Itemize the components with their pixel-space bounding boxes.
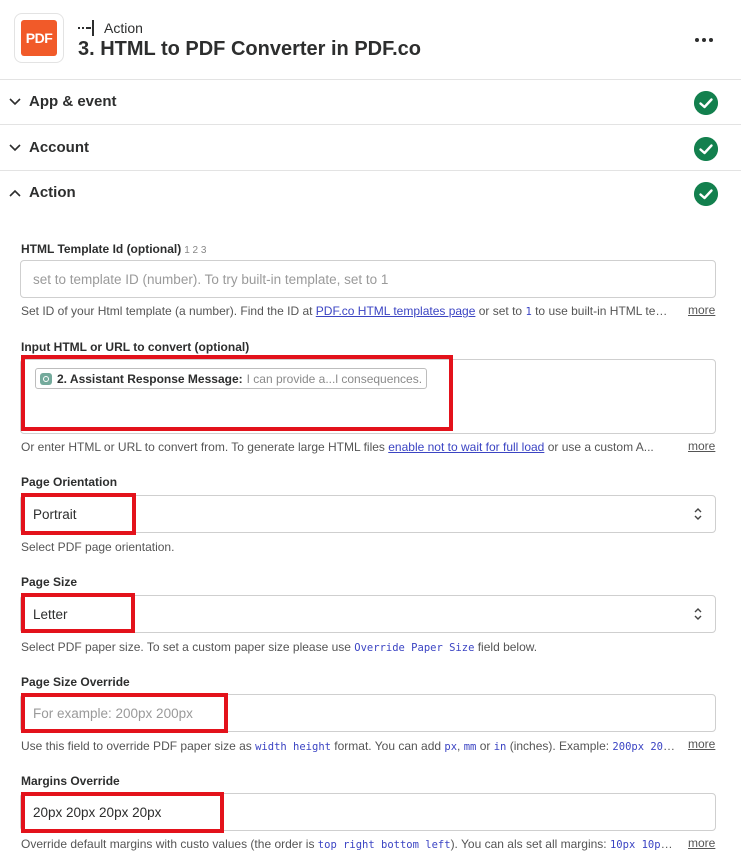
section-app-event[interactable]: App & event [0, 80, 741, 125]
template-id-input[interactable]: set to template ID (number). To try buil… [20, 260, 716, 298]
check-circle-icon [694, 91, 718, 115]
size-override-label: Page Size Override [21, 675, 130, 689]
section-title: App & event [29, 93, 117, 110]
pill-step-label: 2. Assistant Response Message: [57, 371, 243, 386]
more-dots-icon[interactable] [689, 28, 719, 52]
size-override-input[interactable]: For example: 200px 200px [20, 694, 716, 732]
section-title: Account [29, 139, 89, 156]
input-html-label: Input HTML or URL to convert (optional) [21, 340, 250, 354]
page-size-label: Page Size [21, 575, 78, 589]
orientation-help: Select PDF page orientation. [21, 540, 175, 554]
select-arrows-icon [694, 608, 702, 620]
dots-step-icon [78, 20, 96, 36]
step-title: 3. HTML to PDF Converter in PDF.co [78, 38, 421, 60]
check-circle-icon [694, 137, 718, 161]
pill-value-preview: I can provide a...l consequences. [246, 371, 423, 386]
template-id-placeholder: set to template ID (number). To try buil… [33, 272, 389, 287]
orientation-select[interactable]: Portrait [20, 495, 716, 533]
select-arrows-icon [694, 508, 702, 520]
chevron-up-icon [9, 189, 21, 197]
size-override-placeholder: For example: 200px 200px [33, 706, 193, 721]
input-html-more-link[interactable]: more [688, 439, 715, 453]
chevron-down-icon [9, 98, 21, 106]
check-circle-icon [694, 182, 718, 206]
template-id-label: HTML Template Id (optional) 1 2 3 [21, 242, 207, 256]
margins-input[interactable]: 20px 20px 20px 20px [20, 793, 716, 831]
step-header: PDF Action 3. HTML to PDF Converter in P… [0, 0, 741, 80]
orientation-label: Page Orientation [21, 475, 118, 489]
input-html-field[interactable]: 2. Assistant Response Message: I can pro… [20, 359, 716, 434]
template-id-help: Set ID of your Html template (a number).… [21, 304, 676, 318]
step-kind: Action [78, 18, 143, 38]
step-kind-label: Action [104, 20, 143, 36]
input-html-help: Or enter HTML or URL to convert from. To… [21, 440, 654, 454]
template-id-more-link[interactable]: more [688, 303, 715, 317]
margins-value: 20px 20px 20px 20px [33, 805, 162, 820]
full-load-link[interactable]: enable not to wait for full load [388, 440, 544, 454]
pdfco-app-logo: PDF [14, 13, 64, 63]
margins-help: Override default margins with custo valu… [21, 837, 676, 851]
size-override-more-link[interactable]: more [688, 737, 715, 751]
page-size-value: Letter [33, 607, 68, 622]
page-size-select[interactable]: Letter [20, 595, 716, 633]
margins-label: Margins Override [21, 774, 120, 788]
page-size-help: Select PDF paper size. To set a custom p… [21, 640, 538, 654]
chatgpt-icon [40, 372, 52, 385]
mapped-value-pill[interactable]: 2. Assistant Response Message: I can pro… [35, 368, 428, 389]
section-title: Action [29, 184, 76, 201]
margins-more-link[interactable]: more [688, 836, 715, 850]
app-logo-text: PDF [21, 20, 57, 56]
chevron-down-icon [9, 144, 21, 152]
section-account[interactable]: Account [0, 126, 741, 171]
section-action[interactable]: Action [0, 171, 741, 216]
templates-page-link[interactable]: PDF.co HTML templates page [316, 304, 476, 318]
orientation-value: Portrait [33, 507, 77, 522]
size-override-help: Use this field to override PDF paper siz… [21, 739, 676, 753]
template-id-label-hint: 1 2 3 [184, 245, 207, 256]
